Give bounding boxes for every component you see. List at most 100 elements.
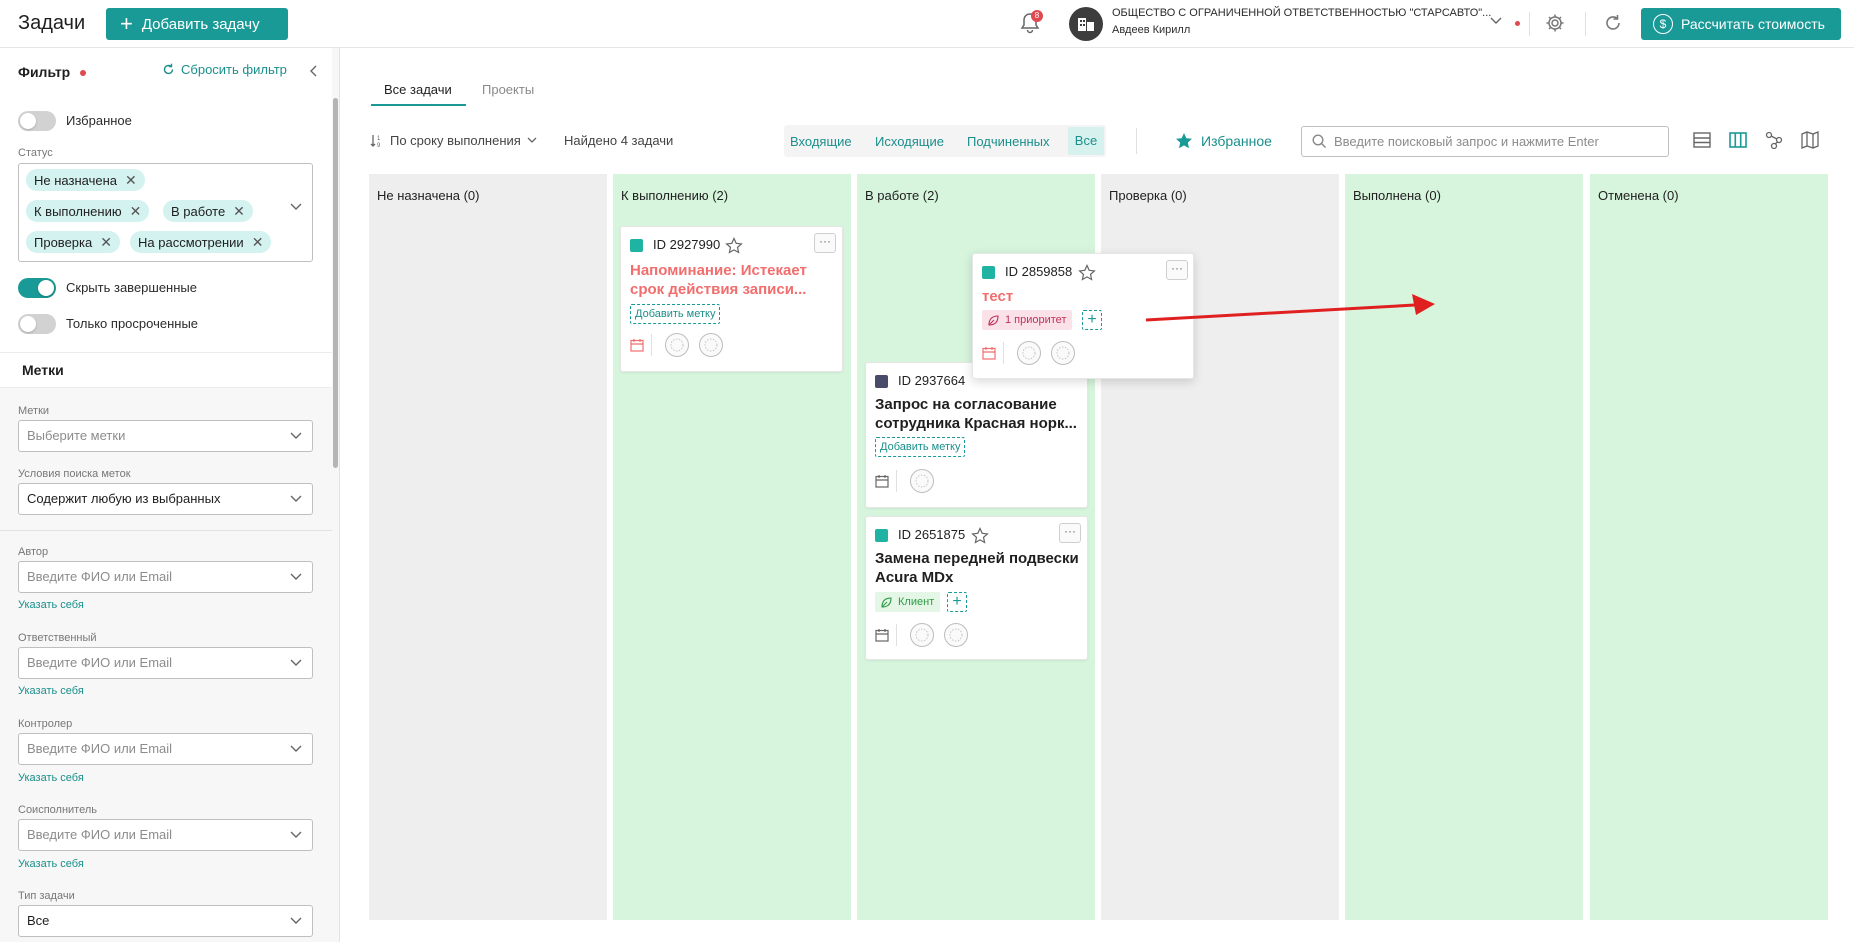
task-type-select[interactable]: Все bbox=[18, 905, 313, 937]
svg-text:9: 9 bbox=[377, 143, 381, 148]
star-outline-icon[interactable] bbox=[1078, 264, 1096, 282]
calendar-icon[interactable] bbox=[982, 346, 996, 360]
tag-badge: 1 приоритет bbox=[982, 310, 1073, 330]
overdue-only-toggle[interactable] bbox=[18, 314, 56, 334]
add-tag-button[interactable]: Добавить метку bbox=[875, 437, 966, 457]
avatar[interactable] bbox=[1051, 341, 1075, 365]
tag-condition-select[interactable]: Содержит любую из выбранных bbox=[18, 483, 313, 515]
assign-self-link[interactable]: Указать себя bbox=[18, 599, 84, 611]
reset-icon bbox=[163, 63, 174, 75]
assign-self-link[interactable]: Указать себя bbox=[18, 858, 84, 870]
star-outline-icon[interactable] bbox=[971, 527, 989, 545]
avatar[interactable] bbox=[910, 469, 934, 493]
task-title[interactable]: сотрудника Красная норк... bbox=[875, 414, 1077, 433]
map-view-icon[interactable] bbox=[1801, 131, 1819, 149]
gear-icon[interactable] bbox=[1545, 13, 1565, 33]
tags-select[interactable]: Выберите метки bbox=[18, 420, 313, 452]
author-select[interactable]: Введите ФИО или Email bbox=[18, 561, 313, 593]
avatar[interactable] bbox=[699, 333, 723, 357]
calculate-cost-button[interactable]: $ Рассчитать стоимость bbox=[1641, 8, 1841, 40]
refresh-icon[interactable] bbox=[1603, 13, 1623, 33]
task-title[interactable]: Acura MDx bbox=[875, 568, 953, 587]
segment-outgoing[interactable]: Исходящие bbox=[875, 134, 944, 149]
calculate-cost-label: Рассчитать стоимость bbox=[1681, 16, 1825, 32]
star-outline-icon[interactable] bbox=[725, 237, 743, 255]
segment-all[interactable]: Все bbox=[1068, 127, 1104, 155]
kanban-view-icon[interactable] bbox=[1729, 131, 1747, 149]
add-tag-plus-button[interactable]: + bbox=[947, 592, 967, 612]
organization-icon[interactable] bbox=[1069, 7, 1103, 41]
card-menu-button[interactable]: ··· bbox=[1166, 260, 1188, 280]
task-card[interactable]: ID 2651875 ··· Замена передней подвески … bbox=[865, 516, 1088, 660]
card-menu-button[interactable]: ··· bbox=[1059, 523, 1081, 543]
task-title[interactable]: Запрос на согласование bbox=[875, 395, 1057, 414]
task-title[interactable]: срок действия записи... bbox=[630, 280, 806, 299]
responsible-select[interactable]: Введите ФИО или Email bbox=[18, 647, 313, 679]
sidebar-scrollbar[interactable] bbox=[333, 98, 338, 468]
task-title[interactable]: тест bbox=[982, 287, 1013, 306]
status-dot bbox=[1515, 21, 1520, 26]
page-title: Задачи bbox=[18, 12, 86, 34]
calendar-icon[interactable] bbox=[875, 628, 889, 642]
add-tag-button[interactable]: Добавить метку bbox=[630, 304, 721, 324]
card-menu-button[interactable]: ··· bbox=[814, 233, 836, 253]
favorites-toggle[interactable] bbox=[18, 111, 56, 131]
collapse-sidebar-chevron-icon[interactable] bbox=[309, 65, 317, 77]
chevron-down-icon[interactable] bbox=[1490, 17, 1502, 25]
assign-self-link[interactable]: Указать себя bbox=[18, 772, 84, 784]
segment-subordinates[interactable]: Подчиненных bbox=[967, 134, 1050, 149]
remove-chip-icon[interactable]: ✕ bbox=[233, 203, 245, 220]
remove-chip-icon[interactable]: ✕ bbox=[125, 172, 137, 189]
task-type-icon bbox=[630, 239, 643, 252]
list-view-icon[interactable] bbox=[1693, 131, 1711, 149]
avatar[interactable] bbox=[944, 623, 968, 647]
avatar[interactable] bbox=[665, 333, 689, 357]
plus-icon: + bbox=[120, 11, 133, 36]
reset-filter-link[interactable]: Сбросить фильтр bbox=[162, 62, 287, 77]
avatar[interactable] bbox=[910, 623, 934, 647]
add-tag-plus-button[interactable]: + bbox=[1082, 310, 1102, 330]
reset-filter-label: Сбросить фильтр bbox=[181, 62, 287, 77]
drag-arrow-annotation bbox=[1145, 294, 1435, 322]
chevron-down-icon bbox=[527, 137, 537, 143]
task-title[interactable]: Напоминание: Истекает bbox=[630, 261, 807, 280]
tag-badge: Клиент bbox=[875, 592, 941, 612]
remove-chip-icon[interactable]: ✕ bbox=[252, 234, 264, 251]
segment-incoming[interactable]: Входящие bbox=[790, 134, 852, 149]
hide-completed-toggle[interactable] bbox=[18, 278, 56, 298]
leaf-icon bbox=[988, 314, 999, 326]
top-bar: Задачи + Добавить задачу 8 ОБЩЕСТВО С ОГ… bbox=[0, 0, 1854, 48]
assign-self-link[interactable]: Указать себя bbox=[18, 685, 84, 697]
controller-select[interactable]: Введите ФИО или Email bbox=[18, 733, 313, 765]
organization-name[interactable]: ОБЩЕСТВО С ОГРАНИЧЕННОЙ ОТВЕТСТВЕННОСТЬЮ… bbox=[1112, 7, 1491, 19]
sort-dropdown[interactable]: 19 По сроку выполнения bbox=[370, 133, 543, 148]
task-title[interactable]: Замена передней подвески bbox=[875, 549, 1079, 568]
notifications-badge: 8 bbox=[1031, 10, 1043, 22]
favorites-filter-button[interactable]: Избранное bbox=[1175, 132, 1272, 150]
sort-label: По сроку выполнения bbox=[390, 133, 521, 148]
tree-view-icon[interactable] bbox=[1765, 131, 1783, 149]
search-input[interactable]: Введите поисковый запрос и нажмите Enter bbox=[1301, 126, 1669, 157]
remove-chip-icon[interactable]: ✕ bbox=[100, 234, 112, 251]
tab-projects[interactable]: Проекты bbox=[482, 82, 534, 97]
leaf-icon bbox=[881, 596, 892, 608]
tab-all-tasks[interactable]: Все задачи bbox=[384, 82, 452, 97]
divider bbox=[1585, 12, 1586, 36]
task-id: ID 2937664 bbox=[898, 373, 966, 388]
chevron-down-icon[interactable] bbox=[290, 203, 302, 211]
coexecutor-select[interactable]: Введите ФИО или Email bbox=[18, 819, 313, 851]
add-task-button[interactable]: + Добавить задачу bbox=[106, 8, 288, 40]
calendar-icon[interactable] bbox=[630, 338, 644, 352]
chevron-down-icon bbox=[290, 432, 302, 439]
calendar-icon[interactable] bbox=[875, 474, 889, 488]
avatar[interactable] bbox=[1017, 341, 1041, 365]
task-card[interactable]: ID 2927990 ··· Напоминание: Истекает сро… bbox=[620, 226, 843, 372]
found-count: Найдено 4 задачи bbox=[564, 133, 674, 148]
controller-label: Контролер bbox=[18, 718, 73, 730]
favorites-filter-label: Избранное bbox=[1201, 133, 1272, 149]
task-card[interactable]: ID 2937664 Запрос на согласование сотруд… bbox=[865, 362, 1088, 508]
status-chip: В работе ✕ bbox=[163, 200, 253, 222]
remove-chip-icon[interactable]: ✕ bbox=[130, 203, 142, 220]
task-id: ID 2859858 bbox=[1005, 264, 1073, 279]
status-chip: Проверка ✕ bbox=[26, 231, 120, 253]
